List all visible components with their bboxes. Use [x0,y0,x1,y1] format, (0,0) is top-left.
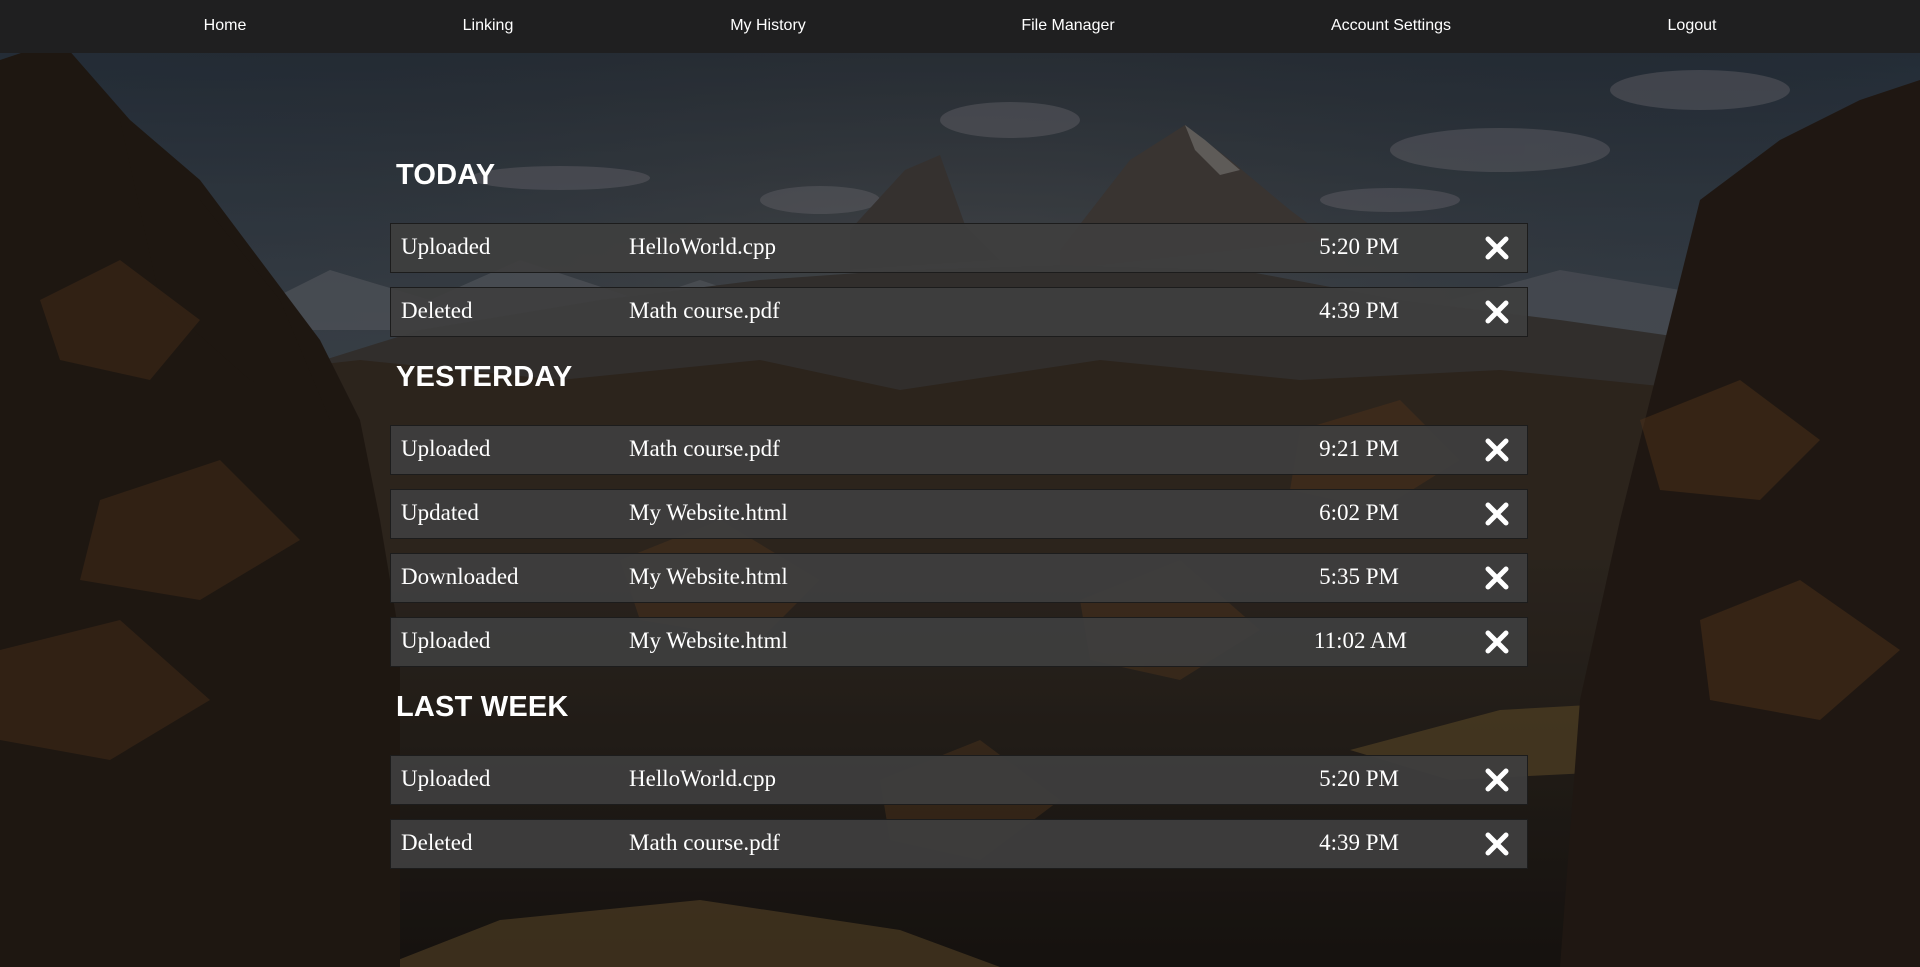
history-row: Uploaded Math course.pdf 9:21 PM [390,425,1528,475]
history-action: Uploaded [401,436,491,461]
nav-file-manager-link[interactable]: File Manager [1021,0,1114,53]
close-icon[interactable] [1483,628,1511,656]
close-icon[interactable] [1483,830,1511,858]
section-title-last-week: LAST WEEK [396,691,569,723]
close-icon[interactable] [1483,500,1511,528]
history-action: Uploaded [401,766,491,791]
history-action: Updated [401,500,479,525]
close-icon[interactable] [1483,564,1511,592]
nav-linking-link[interactable]: Linking [463,0,514,53]
history-file-name: My Website.html [629,500,788,525]
history-file-name: HelloWorld.cpp [629,234,776,259]
history-file-name: My Website.html [629,564,788,589]
history-row: Uploaded My Website.html 11:02 AM [390,617,1528,667]
history-file-name: HelloWorld.cpp [629,766,776,791]
history-row: Deleted Math course.pdf 4:39 PM [390,287,1528,337]
history-action: Uploaded [401,234,491,259]
nav-logout-link[interactable]: Logout [1668,0,1717,53]
history-time: 5:20 PM [1319,766,1399,791]
history-row: Uploaded HelloWorld.cpp 5:20 PM [390,223,1528,273]
history-row: Uploaded HelloWorld.cpp 5:20 PM [390,755,1528,805]
top-navigation-bar: Home Linking My History File Manager Acc… [0,0,1920,53]
close-icon[interactable] [1483,436,1511,464]
close-icon[interactable] [1483,298,1511,326]
history-time: 6:02 PM [1319,500,1399,525]
nav-home-link[interactable]: Home [204,0,247,53]
history-file-name: Math course.pdf [629,436,780,461]
section-title-today: TODAY [396,159,496,191]
history-time: 11:02 AM [1313,628,1407,653]
history-action: Uploaded [401,628,491,653]
history-file-name: Math course.pdf [629,298,780,323]
close-icon[interactable] [1483,766,1511,794]
history-time: 4:39 PM [1319,298,1399,323]
history-time: 9:21 PM [1319,436,1399,461]
history-time: 4:39 PM [1319,830,1399,855]
history-action: Deleted [401,298,473,323]
history-action: Deleted [401,830,473,855]
history-action: Downloaded [401,564,519,589]
history-file-name: My Website.html [629,628,788,653]
history-row: Downloaded My Website.html 5:35 PM [390,553,1528,603]
history-time: 5:35 PM [1319,564,1399,589]
nav-my-history-link[interactable]: My History [730,0,806,53]
history-row: Deleted Math course.pdf 4:39 PM [390,819,1528,869]
section-title-yesterday: YESTERDAY [396,361,573,393]
history-file-name: Math course.pdf [629,830,780,855]
history-row: Updated My Website.html 6:02 PM [390,489,1528,539]
history-time: 5:20 PM [1319,234,1399,259]
nav-account-settings-link[interactable]: Account Settings [1331,0,1451,53]
close-icon[interactable] [1483,234,1511,262]
